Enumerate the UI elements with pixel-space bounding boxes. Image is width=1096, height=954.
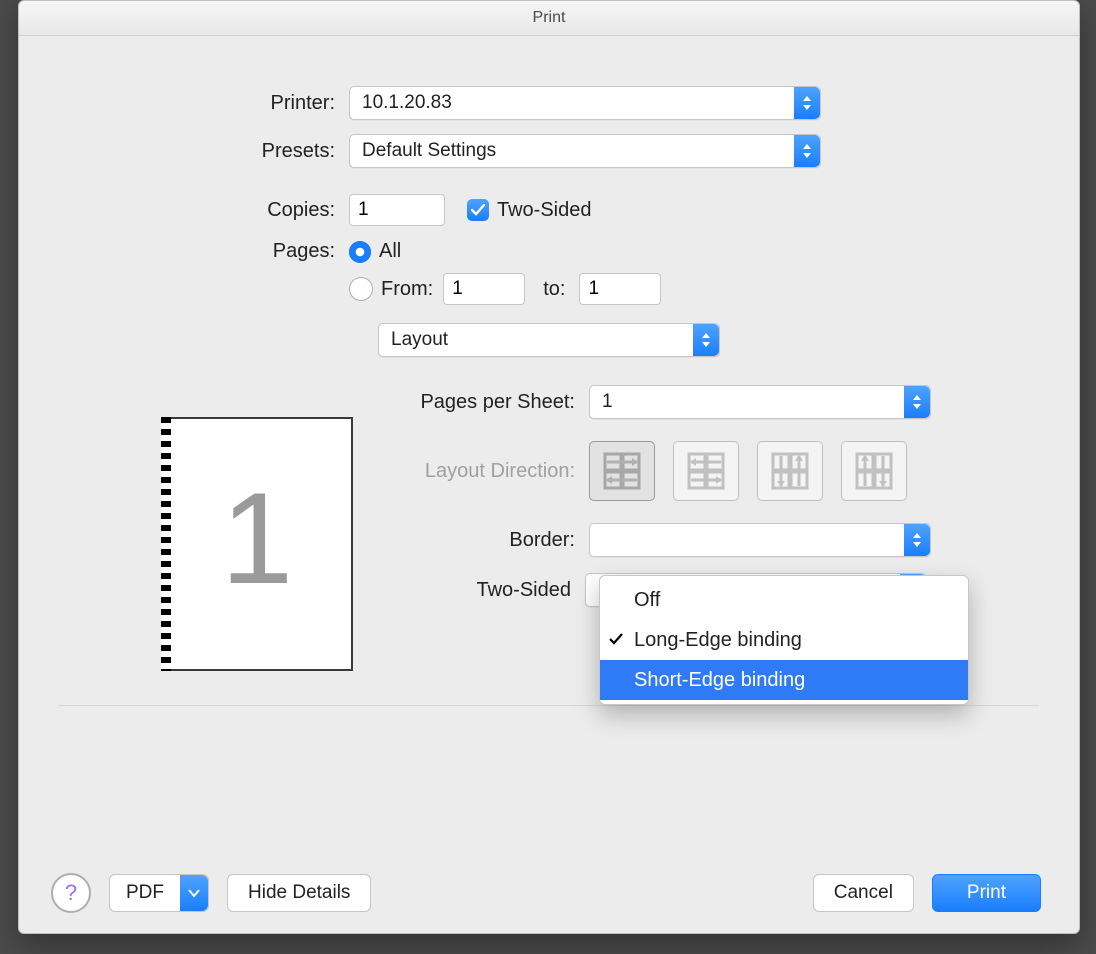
- layout-direction-1[interactable]: [589, 441, 655, 501]
- printer-select[interactable]: 10.1.20.83: [349, 86, 821, 120]
- pdf-button-label: PDF: [110, 882, 180, 904]
- pps-label: Pages per Sheet:: [19, 391, 589, 414]
- pages-from-input[interactable]: [443, 273, 525, 305]
- chevron-down-icon: [180, 875, 208, 911]
- pages-range-radio[interactable]: [349, 277, 373, 301]
- menu-item-off[interactable]: Off: [600, 580, 968, 620]
- layout-direction-3[interactable]: [757, 441, 823, 501]
- print-button[interactable]: Print: [932, 874, 1041, 912]
- stepper-arrows-icon: [794, 87, 820, 119]
- layout-direction-2[interactable]: [673, 441, 739, 501]
- pages-all-radio[interactable]: [349, 241, 371, 263]
- border-select[interactable]: [589, 523, 931, 557]
- copies-label: Copies:: [19, 199, 349, 222]
- copies-input[interactable]: [349, 194, 445, 226]
- stepper-arrows-icon: [904, 524, 930, 556]
- window-title: Print: [19, 1, 1079, 36]
- page-preview: 1: [161, 417, 353, 671]
- presets-label: Presets:: [19, 140, 349, 163]
- pages-to-label: to:: [543, 278, 565, 301]
- section-select[interactable]: Layout: [378, 323, 720, 357]
- printer-value: 10.1.20.83: [350, 92, 794, 114]
- cancel-button[interactable]: Cancel: [813, 874, 914, 912]
- checkmark-icon: [608, 630, 624, 653]
- divider: [59, 705, 1039, 706]
- pages-to-input[interactable]: [579, 273, 661, 305]
- pages-all-label: All: [379, 240, 401, 263]
- help-button[interactable]: ?: [51, 873, 91, 913]
- two-sided-checkbox[interactable]: [467, 199, 489, 221]
- stepper-arrows-icon: [794, 135, 820, 167]
- two-sided-menu[interactable]: Off Long-Edge binding Short-Edge binding: [599, 575, 969, 705]
- two-sided-label: Two-Sided: [497, 199, 592, 222]
- stepper-arrows-icon: [904, 386, 930, 418]
- pps-select[interactable]: 1: [589, 385, 931, 419]
- menu-item-long-edge[interactable]: Long-Edge binding: [600, 620, 968, 660]
- pages-from-label: From:: [381, 278, 433, 301]
- pdf-button[interactable]: PDF: [109, 874, 209, 912]
- preview-page-number: 1: [163, 463, 351, 613]
- hide-details-button[interactable]: Hide Details: [227, 874, 371, 912]
- stepper-arrows-icon: [693, 324, 719, 356]
- print-dialog: Print Printer: 10.1.20.83 Presets: Defau…: [18, 0, 1080, 934]
- printer-label: Printer:: [19, 92, 349, 115]
- pages-label: Pages:: [19, 240, 349, 263]
- presets-select[interactable]: Default Settings: [349, 134, 821, 168]
- menu-item-short-edge[interactable]: Short-Edge binding: [600, 660, 968, 700]
- pps-value: 1: [590, 391, 904, 413]
- presets-value: Default Settings: [350, 140, 794, 162]
- section-value: Layout: [379, 329, 693, 351]
- layout-direction-4[interactable]: [841, 441, 907, 501]
